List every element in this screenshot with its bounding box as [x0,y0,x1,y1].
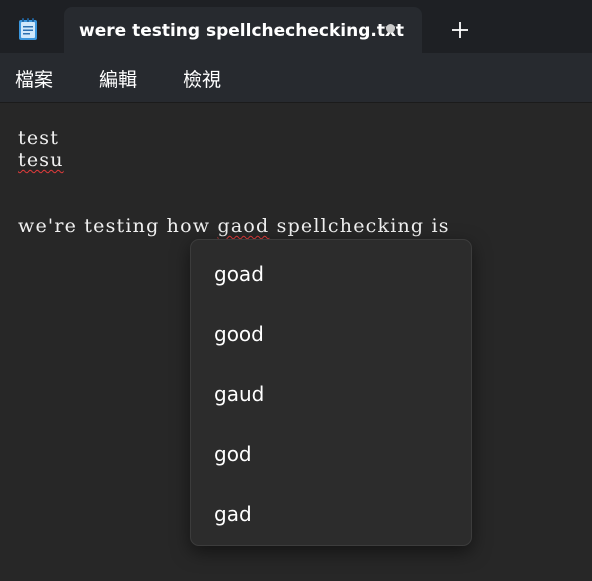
menu-bar: 檔案 編輯 檢視 [0,53,592,103]
line-text-after: spellchecking is [269,215,450,237]
tab-document[interactable]: were testing spellchechecking.txt [64,7,422,53]
editor-line-2-misspelled[interactable]: tesu [18,149,64,171]
suggestion-item[interactable]: gaud [191,364,471,424]
menu-edit[interactable]: 編輯 [99,65,137,92]
notepad-icon [19,18,37,40]
line-text-before: we're testing how [18,215,218,237]
plus-icon[interactable] [448,18,472,42]
tab-title: were testing spellchechecking.txt [79,21,405,41]
suggestion-item[interactable]: good [191,304,471,364]
spellcheck-suggestions-menu: goad good gaud god gad [190,239,472,546]
editor-line-1: test [18,127,60,149]
menu-view[interactable]: 檢視 [183,65,221,92]
title-bar: were testing spellchechecking.txt [0,0,592,53]
suggestion-item[interactable]: goad [191,244,471,304]
misspelled-word[interactable]: gaod [217,215,269,237]
menu-file[interactable]: 檔案 [15,65,53,92]
suggestion-item[interactable]: gad [191,484,471,544]
unsaved-dot-icon[interactable] [386,24,395,33]
editor-line-4: we're testing how gaod spellchecking is [18,215,450,237]
suggestion-item[interactable]: god [191,424,471,484]
